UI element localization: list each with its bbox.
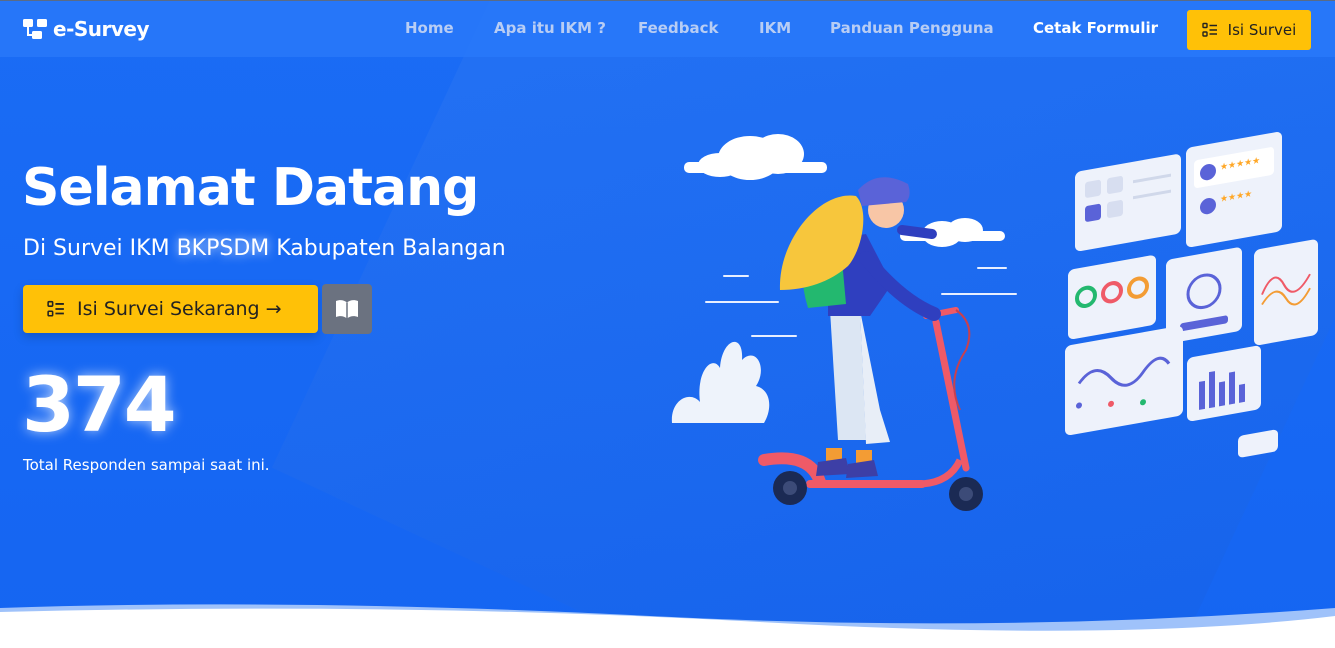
guide-book-button[interactable] xyxy=(322,284,372,334)
nav-home[interactable]: Home xyxy=(405,19,454,37)
nav-menu: Home Apa itu IKM ? Feedback IKM Panduan … xyxy=(0,19,1335,41)
nav-user-guide[interactable]: Panduan Pengguna xyxy=(830,19,994,37)
start-survey-button[interactable]: Isi Survei Sekarang → xyxy=(23,285,318,333)
nav-survey-button[interactable]: Isi Survei xyxy=(1187,10,1311,50)
navbar: e-Survey Home Apa itu IKM ? Feedback IKM… xyxy=(0,0,1335,57)
start-survey-label: Isi Survei Sekarang → xyxy=(77,298,282,320)
book-open-icon xyxy=(336,300,358,319)
hero-section: e-Survey Home Apa itu IKM ? Feedback IKM… xyxy=(0,0,1335,648)
hero-illustration: ★★★★★ ★★★★ xyxy=(671,132,1318,511)
list-check-icon xyxy=(47,300,64,317)
hero-title: Selamat Datang xyxy=(22,158,479,218)
bottom-wave xyxy=(0,604,1335,648)
nav-feedback[interactable]: Feedback xyxy=(638,19,718,37)
hero-subtitle: Di Survei IKM BKPSDM Kabupaten Balangan xyxy=(23,236,506,261)
subtitle-prefix: Di Survei IKM xyxy=(23,236,177,261)
nav-survey-label: Isi Survei xyxy=(1227,21,1297,39)
subtitle-suffix: Kabupaten Balangan xyxy=(269,236,506,261)
bush-illustration xyxy=(671,341,770,423)
dashboard-cards-illustration: ★★★★★ ★★★★ xyxy=(1065,132,1318,458)
subtitle-highlight: BKPSDM xyxy=(176,236,270,261)
nav-ikm[interactable]: IKM xyxy=(759,19,791,37)
nav-print-form[interactable]: Cetak Formulir xyxy=(1033,19,1158,37)
respondent-count: 374 xyxy=(22,360,177,449)
list-check-icon xyxy=(1201,22,1217,37)
respondent-label: Total Responden sampai saat ini. xyxy=(23,456,270,474)
rider-illustration xyxy=(779,177,941,478)
nav-about-ikm[interactable]: Apa itu IKM ? xyxy=(494,19,606,37)
